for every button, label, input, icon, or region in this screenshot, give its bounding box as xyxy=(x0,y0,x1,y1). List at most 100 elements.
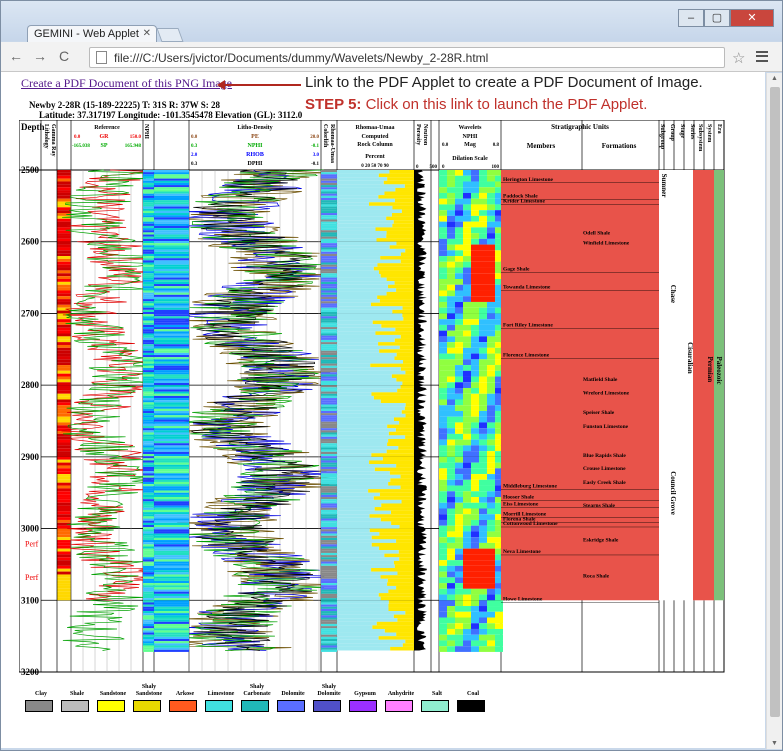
colorlith-cell xyxy=(154,187,189,190)
wavelet-cell xyxy=(471,571,479,578)
rock-sandstone xyxy=(396,539,414,543)
nphi-color-cell xyxy=(143,176,154,179)
lithology-cell xyxy=(57,181,71,185)
wavelet-cell xyxy=(455,588,463,595)
scroll-down-icon[interactable]: ▼ xyxy=(771,740,778,747)
wavelet-cell xyxy=(439,640,447,647)
colorlith-cell xyxy=(154,475,189,478)
back-arrow-icon[interactable]: ← xyxy=(9,48,23,64)
wavelet-cell xyxy=(495,623,503,629)
lithology-cell xyxy=(57,187,71,191)
wavelet-cell xyxy=(479,451,487,457)
legend-label: Arkose xyxy=(175,691,195,697)
wavelet-cell xyxy=(447,267,455,274)
wavelet-cell xyxy=(487,170,495,176)
mag-max: 0.8 xyxy=(493,143,500,148)
scroll-up-icon[interactable]: ▲ xyxy=(771,75,778,82)
colorlith-cell xyxy=(321,406,337,409)
rock-limestone xyxy=(337,256,381,260)
rock-sandstone xyxy=(405,413,414,418)
nphi-color-cell xyxy=(143,568,154,571)
colorlith-cell xyxy=(154,225,189,229)
percent-header: Percent xyxy=(365,154,385,160)
wavelet-cell xyxy=(455,393,463,400)
wavelet-cell xyxy=(447,382,455,389)
rock-limestone xyxy=(337,266,374,271)
lithology-cell xyxy=(57,499,71,503)
wavelet-cell xyxy=(439,198,447,205)
lithology-cell xyxy=(57,497,71,500)
browser-tab[interactable]: GEMINI - Web Applet ✕ xyxy=(27,25,157,43)
nphi-color-cell xyxy=(143,305,154,308)
rock-sandstone xyxy=(379,546,414,551)
rock-sandstone xyxy=(394,564,414,569)
colorlith-cell xyxy=(154,619,189,622)
colorlith-cell xyxy=(154,228,189,231)
depth-label: 2800 xyxy=(21,380,40,390)
colorlith-cell xyxy=(154,524,189,528)
nphi-color-cell xyxy=(143,258,154,261)
menu-icon[interactable] xyxy=(756,51,768,62)
nphi-color-cell xyxy=(143,557,154,560)
wavelet-cell xyxy=(439,261,447,268)
colorlith-cell xyxy=(154,576,189,579)
nphi-color-cell xyxy=(143,509,154,513)
reload-icon[interactable]: C xyxy=(59,48,69,64)
colorlith-cell xyxy=(154,643,189,646)
rock-sandstone xyxy=(400,367,414,371)
rock-sandstone xyxy=(376,621,414,626)
new-tab-button[interactable] xyxy=(156,28,184,42)
minimize-button[interactable]: – xyxy=(678,9,704,27)
colorlith-cell xyxy=(154,185,189,188)
rock-sandstone xyxy=(400,259,414,264)
nphi-color-cell xyxy=(143,492,154,495)
lithology-cell xyxy=(57,221,71,225)
forward-arrow-icon[interactable]: → xyxy=(33,48,47,64)
colorlith-cell xyxy=(321,632,337,635)
lithology-cell xyxy=(57,304,71,308)
formation-label: Winfield Limestone xyxy=(583,241,630,247)
lithology-cell xyxy=(57,330,71,334)
rock-limestone xyxy=(337,377,397,382)
maximize-button[interactable]: ▢ xyxy=(704,9,730,27)
colorlith-cell xyxy=(154,497,189,500)
colorlith-cell xyxy=(154,208,189,211)
wavelet-cell xyxy=(471,342,479,348)
close-window-button[interactable]: ✕ xyxy=(730,9,774,27)
create-pdf-link[interactable]: Create a PDF Document of this PNG Image xyxy=(21,76,232,91)
colorlith-cell xyxy=(154,316,189,319)
rock-limestone xyxy=(337,467,375,472)
close-tab-icon[interactable]: ✕ xyxy=(143,28,151,39)
nphi-color-cell xyxy=(143,451,154,454)
address-bar[interactable]: file:///C:/Users/jvictor/Documents/dummy… xyxy=(89,47,725,68)
wavelet-cell xyxy=(487,244,495,251)
bookmark-star-icon[interactable]: ☆ xyxy=(732,49,745,67)
legend-swatch xyxy=(349,700,377,712)
wavelet-cell xyxy=(463,628,471,635)
colorlith-cell xyxy=(154,355,189,358)
wavelet-cell xyxy=(439,445,447,452)
nphi-color-cell xyxy=(143,600,154,603)
colorlith-cell xyxy=(321,636,337,640)
rock-sandstone xyxy=(396,288,414,292)
scroll-thumb[interactable] xyxy=(770,87,780,717)
rock-sandstone xyxy=(388,603,414,608)
colorlith-cell xyxy=(321,451,337,454)
colorlith-cell xyxy=(154,284,189,287)
nphi-color-cell xyxy=(143,367,154,371)
rock-limestone xyxy=(337,481,389,486)
wavelet-cell xyxy=(471,623,479,629)
nphi-color-cell xyxy=(143,460,154,463)
rock-sandstone xyxy=(394,198,414,203)
rock-sandstone xyxy=(380,399,414,404)
colorlith-cell xyxy=(154,626,189,629)
vertical-scrollbar[interactable]: ▲ ▼ xyxy=(766,73,782,749)
rock-sandstone xyxy=(371,542,414,547)
wavelet-cell xyxy=(447,238,455,245)
colorlith-cell xyxy=(321,572,337,575)
nphi-color-cell xyxy=(143,195,154,198)
wavelet-cell xyxy=(495,634,503,641)
wavelet-cell xyxy=(471,336,479,343)
colorlith-cell xyxy=(321,361,337,364)
rhob-header: RHOB xyxy=(246,152,264,158)
